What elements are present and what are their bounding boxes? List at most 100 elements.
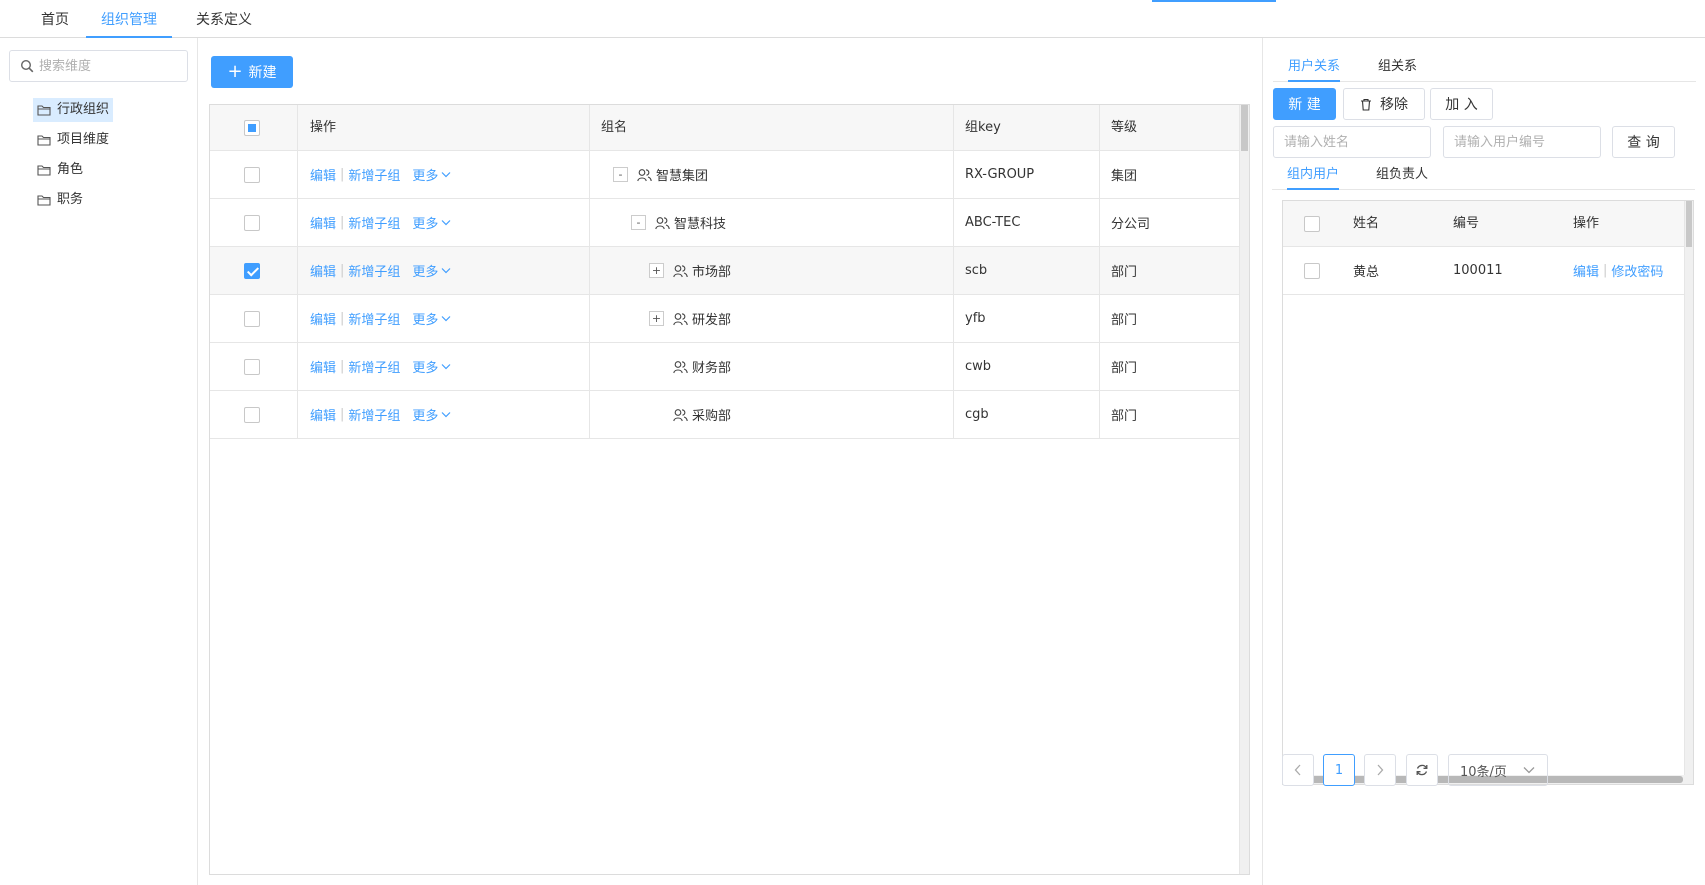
dimension-search[interactable] [9,50,188,82]
tab-user-relation[interactable]: 用户关系 [1288,56,1341,82]
page-1-button[interactable]: 1 [1323,754,1355,786]
table-row[interactable]: 编辑 | 新增子组 更多 财务部 cwb 部门 [210,343,1240,391]
add-child-group-link[interactable]: 新增子组 [348,309,400,328]
tab-org-management[interactable]: 组织管理 [86,0,172,38]
add-user-button[interactable]: 新 建 [1273,88,1336,120]
column-header-usercode: 编号 [1453,216,1480,231]
row-checkbox[interactable] [244,262,260,279]
group-icon [655,216,670,229]
table-row[interactable]: 编辑 | 新增子组 更多 采购部 cgb 部门 [210,391,1240,439]
folder-icon [37,105,51,116]
add-child-group-link[interactable]: 新增子组 [348,405,400,424]
sidebar-item-role[interactable]: 角色 [33,158,87,182]
column-divider [589,199,590,246]
sidebar-item-admin-org[interactable]: 行政组织 [33,98,114,122]
table-row[interactable]: 编辑 | 新增子组 更多 + 市场部 scb 部门 [210,247,1240,295]
row-checkbox[interactable] [244,358,260,375]
sidebar-item-label: 项目维度 [57,132,110,147]
more-dropdown[interactable]: 更多 [412,357,451,376]
tab-relation-definition[interactable]: 关系定义 [186,0,262,38]
edit-link[interactable]: 编辑 [310,357,336,376]
column-divider [953,343,954,390]
refresh-button[interactable] [1406,754,1438,786]
edit-link[interactable]: 编辑 [310,309,336,328]
add-child-group-link[interactable]: 新增子组 [348,213,400,232]
more-dropdown[interactable]: 更多 [412,165,451,184]
column-divider [589,105,590,150]
group-icon [673,360,688,373]
expand-toggle[interactable]: + [649,263,664,278]
group-key: RX-GROUP [965,167,1035,182]
prev-page-button[interactable] [1282,754,1314,786]
row-checkbox[interactable] [1304,262,1320,279]
chevron-down-icon [442,268,451,274]
tab-group-leaders[interactable]: 组负责人 [1376,164,1428,190]
more-label: 更多 [412,313,439,328]
edit-link[interactable]: 编辑 [310,213,336,232]
select-all-cell [244,105,260,150]
expand-toggle[interactable]: - [613,167,628,182]
page-size-select[interactable]: 10条/页 [1448,754,1548,786]
row-checkbox[interactable] [244,166,260,183]
row-select-cell [244,391,260,438]
column-divider [1099,295,1100,342]
sidebar-item-position[interactable]: 职务 [33,188,87,212]
user-table-vscrollbar[interactable] [1684,201,1693,784]
select-all-checkbox[interactable] [244,119,260,136]
add-child-group-link[interactable]: 新增子组 [348,261,400,280]
change-password-link[interactable]: 修改密码 [1611,261,1663,280]
dimension-search-input[interactable] [39,56,179,76]
row-checkbox[interactable] [244,406,260,423]
edit-link[interactable]: 编辑 [310,165,336,184]
column-divider [1099,247,1100,294]
expand-toggle[interactable]: - [631,215,646,230]
sidebar-item-project-dimension[interactable]: 项目维度 [33,128,113,152]
add-child-group-link[interactable]: 新增子组 [348,165,400,184]
new-group-button[interactable]: + 新建 [211,56,293,88]
remove-user-button[interactable]: 移除 [1343,88,1425,120]
column-header-key: 组key [965,120,1001,135]
org-table-header: 操作 组名 组key 等级 [210,105,1240,151]
scrollbar-thumb[interactable] [1686,201,1692,247]
group-name-cell: - 智慧科技 [631,199,726,246]
group-name: 研发部 [692,313,732,328]
page-size-value: 10条/页 [1460,764,1507,780]
more-dropdown[interactable]: 更多 [412,309,451,328]
edit-link[interactable]: 编辑 [310,261,336,280]
tab-home[interactable]: 首页 [24,0,86,38]
row-actions: 编辑 | 新增子组 更多 [310,199,451,246]
join-user-button[interactable]: 加 入 [1430,88,1493,120]
select-all-cell [1304,201,1320,246]
link-separator: | [340,311,345,326]
user-code-input[interactable] [1443,126,1601,158]
tab-group-members[interactable]: 组内用户 [1287,164,1340,190]
row-actions: 编辑 | 新增子组 更多 [310,391,451,438]
table-row[interactable]: 编辑 | 新增子组 更多 + 研发部 yfb 部门 [210,295,1240,343]
org-table-scrollbar[interactable] [1239,105,1249,874]
scrollbar-thumb[interactable] [1241,105,1248,151]
more-dropdown[interactable]: 更多 [412,213,451,232]
select-all-users-checkbox[interactable] [1304,215,1320,232]
add-child-group-link[interactable]: 新增子组 [348,357,400,376]
user-actions: 编辑 | 修改密码 [1573,247,1663,294]
next-page-button[interactable] [1364,754,1396,786]
column-divider [953,391,954,438]
edit-user-link[interactable]: 编辑 [1573,261,1599,280]
group-level: 部门 [1111,409,1138,424]
user-name: 黄总 [1353,265,1380,280]
table-row[interactable]: 编辑 | 新增子组 更多 - 智慧集团 RX-GROUP 集团 [210,151,1240,199]
more-dropdown[interactable]: 更多 [412,261,451,280]
row-checkbox[interactable] [244,310,260,327]
edit-link[interactable]: 编辑 [310,405,336,424]
query-button[interactable]: 查 询 [1612,126,1675,158]
tab-group-relation[interactable]: 组关系 [1378,56,1417,82]
column-divider [589,391,590,438]
group-key: cwb [965,359,992,374]
more-dropdown[interactable]: 更多 [412,405,451,424]
table-row[interactable]: 编辑 | 新增子组 更多 - 智慧科技 ABC-TEC 分公司 [210,199,1240,247]
column-divider [589,343,590,390]
name-search-input[interactable] [1273,126,1431,158]
column-divider [953,247,954,294]
row-checkbox[interactable] [244,214,260,231]
expand-toggle[interactable]: + [649,311,664,326]
